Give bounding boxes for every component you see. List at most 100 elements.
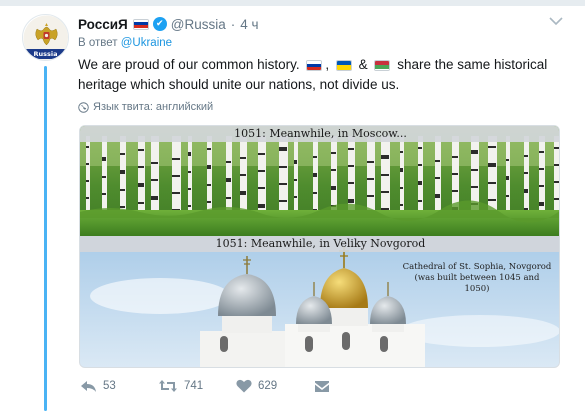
birch-bark-mark: [279, 200, 287, 202]
birch-bark-mark: [226, 178, 231, 180]
timestamp[interactable]: 4 ч: [240, 17, 258, 32]
birch-bark-mark: [367, 178, 374, 180]
birch-bark-mark: [554, 164, 559, 166]
thread-connector-line: [44, 66, 47, 411]
cathedral-panel: 1051: Meanwhile, in Veliky Novgorod Cath…: [80, 236, 559, 367]
globe-icon: [78, 101, 89, 113]
birch-bark-mark: [258, 187, 265, 189]
birch-bark-mark: [258, 153, 265, 155]
like-count: 629: [258, 380, 278, 392]
birch-bark-mark: [151, 179, 158, 181]
birch-bark-mark: [188, 188, 191, 190]
birch-bark-mark: [418, 200, 422, 202]
birch-bark-mark: [120, 172, 125, 174]
birch-bark-mark: [418, 183, 422, 185]
translate-link[interactable]: Язык твита: английский: [78, 101, 213, 113]
caption-moscow: 1051: Meanwhile, in Moscow...: [80, 126, 559, 142]
caption-novgorod: 1051: Meanwhile, in Veliky Novgorod: [80, 236, 559, 252]
birch-forest-panel: 1051: Meanwhile, in Moscow...: [80, 126, 559, 236]
birch-bark-mark: [279, 166, 287, 168]
birch-bark-mark: [506, 159, 509, 161]
birch-bark-mark: [151, 198, 158, 200]
birch-bark-mark: [524, 191, 528, 193]
birch-bark-mark: [539, 151, 544, 153]
birch-bark-mark: [138, 202, 144, 204]
reply-button[interactable]: 53: [80, 379, 158, 393]
birch-bark-mark: [331, 169, 336, 171]
ukraine-flag-icon: [335, 59, 352, 71]
birch-bark-mark: [86, 197, 89, 199]
birch-bark-mark: [313, 156, 317, 158]
birch-bark-mark: [418, 181, 422, 183]
birch-bark-mark: [381, 155, 389, 157]
birch-bark-mark: [381, 208, 389, 210]
birch-bark-mark: [151, 162, 158, 164]
birch-bark-mark: [120, 170, 125, 172]
birch-bark-mark: [313, 192, 317, 194]
user-handle[interactable]: @Russia: [171, 17, 226, 32]
birch-bark-mark: [138, 185, 144, 187]
display-name[interactable]: РоссиЯ: [78, 17, 128, 32]
heart-icon: [236, 379, 252, 393]
birch-bark-mark: [367, 195, 374, 197]
reply-prefix: В ответ: [78, 37, 121, 49]
birch-bark-mark: [313, 175, 317, 177]
direct-message-button[interactable]: [314, 380, 336, 393]
chevron-down-icon[interactable]: [548, 14, 564, 28]
reply-icon: [81, 381, 96, 392]
birch-bark-mark: [539, 204, 544, 206]
birch-bark-mark: [539, 202, 544, 204]
tweet-text: We are proud of our common history. , & …: [78, 55, 558, 95]
birch-bark-mark: [331, 188, 336, 190]
birch-bark-mark: [554, 181, 559, 183]
birch-bark-mark: [188, 171, 191, 173]
birch-bark-mark: [435, 196, 440, 198]
cathedral-illustration: [80, 236, 559, 367]
birch-bark-mark: [120, 189, 125, 191]
birch-bark-mark: [435, 177, 440, 179]
tweet-media-image[interactable]: 1051: Meanwhile, in Moscow... 1051: Mean…: [79, 125, 560, 368]
birch-bark-mark: [240, 191, 246, 193]
birch-bark-mark: [172, 192, 180, 194]
birch-bark-mark: [279, 147, 287, 149]
like-button[interactable]: 629: [236, 379, 314, 393]
avatar[interactable]: Russia: [22, 14, 69, 61]
translate-label: Язык твита: английский: [93, 101, 214, 113]
birch-bark-mark: [226, 161, 231, 163]
birch-bark-mark: [331, 186, 336, 188]
birch-bark-mark: [240, 193, 246, 195]
birch-bark-mark: [348, 182, 354, 184]
birch-bark-mark: [524, 189, 528, 191]
birch-bark-mark: [279, 149, 287, 151]
birch-bark-mark: [258, 170, 265, 172]
birch-bark-mark: [452, 190, 458, 192]
birch-bark-mark: [471, 152, 478, 154]
birch-bark-mark: [452, 156, 458, 158]
birch-bark-mark: [102, 193, 106, 195]
birch-bark-mark: [381, 174, 389, 176]
birch-bark-mark: [488, 182, 496, 184]
birch-bark-mark: [381, 191, 389, 193]
reply-mention-link[interactable]: @Ukraine: [121, 37, 172, 49]
birch-bark-mark: [524, 155, 528, 157]
birch-bark-mark: [506, 195, 509, 197]
birch-bark-mark: [102, 157, 106, 159]
birch-bark-mark: [471, 150, 478, 152]
tweet-text-part1: We are proud of our common history.: [78, 57, 300, 72]
birch-bark-mark: [172, 175, 180, 177]
russia-flag-icon: [132, 18, 149, 30]
birch-bark-mark: [348, 148, 354, 150]
birch-bark-mark: [539, 185, 544, 187]
birch-bark-mark: [348, 165, 354, 167]
birch-bark-mark: [240, 157, 246, 159]
birch-forest-illustration: [80, 126, 559, 236]
birch-bark-mark: [400, 187, 403, 189]
birch-bark-mark: [554, 198, 559, 200]
reply-count: 53: [103, 380, 116, 392]
birch-bark-mark: [367, 161, 374, 163]
avatar-label: Russia: [23, 49, 68, 59]
birch-bark-mark: [381, 157, 389, 159]
birch-bark-mark: [418, 147, 422, 149]
birch-bark-mark: [294, 196, 297, 198]
retweet-button[interactable]: 741: [158, 379, 236, 393]
